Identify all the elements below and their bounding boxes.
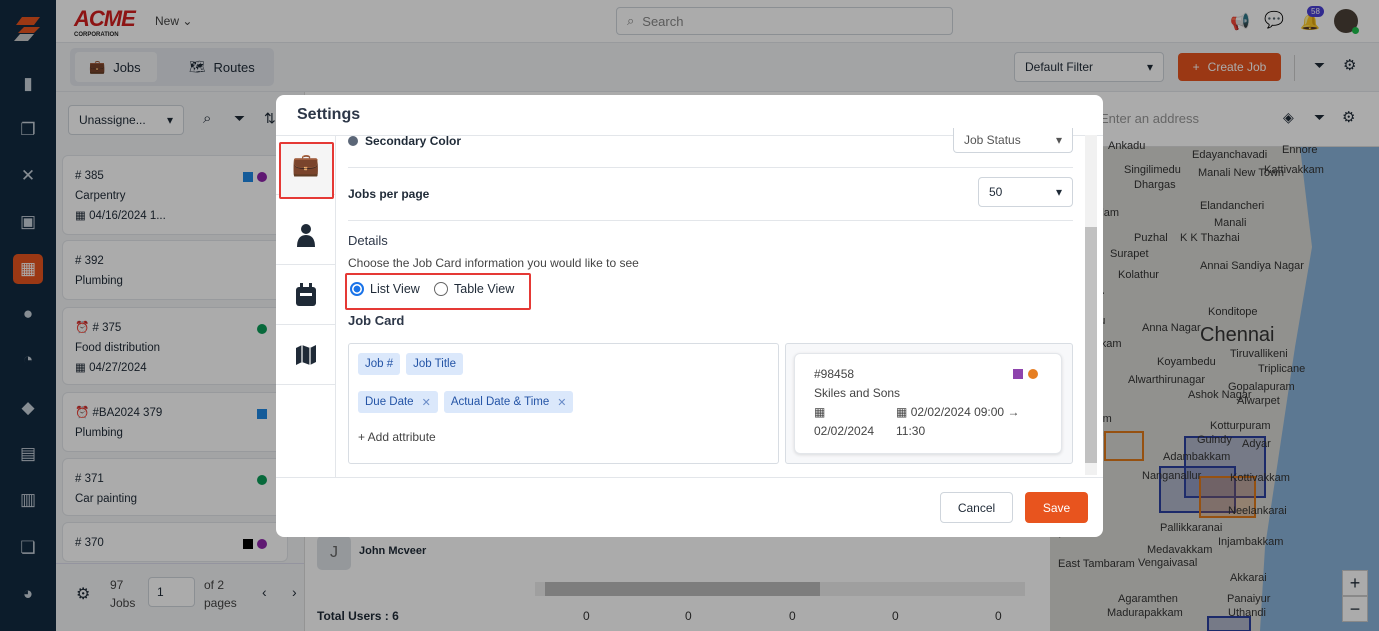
- remove-icon[interactable]: ✕: [422, 396, 431, 409]
- secondary-color-label: Secondary Color: [365, 134, 462, 148]
- radio-label: List View: [370, 282, 420, 296]
- vertical-scrollbar[interactable]: [1085, 135, 1097, 475]
- calendar-icon: ▦: [814, 405, 826, 419]
- attribute-editor[interactable]: Job # Job Title Due Date ✕ Actual Date & Ti…: [348, 343, 779, 464]
- person-icon: [297, 223, 315, 247]
- modal-title: Settings: [297, 106, 361, 123]
- secondary-color-select[interactable]: Job Status ▾: [953, 128, 1073, 153]
- jobs-per-page-value: 50: [989, 185, 1003, 199]
- attribute-chip: Job #: [358, 353, 401, 375]
- chip-label: Job #: [365, 358, 394, 370]
- preview-status-square: [1013, 369, 1023, 379]
- chip-label: Due Date: [365, 396, 414, 408]
- caret-down-icon: ▾: [1055, 133, 1062, 147]
- job-card-title: Job Card: [348, 313, 405, 328]
- add-attribute-button[interactable]: + Add attribute: [358, 430, 436, 444]
- job-card-preview-frame: #98458 Skiles and Sons ▦ 02/02/2024 ▦ 02…: [785, 343, 1073, 464]
- radio-label: Table View: [454, 282, 515, 296]
- rail-jobs[interactable]: 💼: [276, 135, 336, 199]
- secondary-color-dot: [348, 136, 358, 146]
- divider: [348, 220, 1073, 221]
- preview-actual-end: 11:30: [896, 424, 926, 438]
- save-button[interactable]: Save: [1025, 492, 1088, 523]
- details-description: Choose the Job Card information you woul…: [348, 256, 639, 270]
- settings-modal: Settings 💼 Secondary Color Job Status ▾ J…: [276, 95, 1103, 537]
- calendar-icon: [296, 282, 316, 306]
- divider: [276, 477, 1103, 478]
- radio-unselected[interactable]: [434, 282, 448, 296]
- divider: [348, 167, 1073, 168]
- secondary-color-value: Job Status: [964, 133, 1021, 147]
- chip-label: Actual Date & Time: [450, 396, 550, 408]
- table-view-radio[interactable]: Table View: [434, 282, 514, 296]
- job-card-preview: #98458 Skiles and Sons ▦ 02/02/2024 ▦ 02…: [794, 353, 1062, 454]
- preview-job-number: #98458: [814, 367, 855, 381]
- attribute-chip: Due Date ✕: [358, 391, 438, 413]
- jobs-per-page-select[interactable]: 50 ▾: [978, 177, 1073, 207]
- preview-actual-start: 02/02/2024 09:00 →: [910, 405, 1020, 419]
- caret-down-icon: ▾: [1055, 185, 1062, 199]
- rail-map[interactable]: [276, 325, 336, 385]
- jobs-per-page-label: Jobs per page: [348, 187, 430, 201]
- cancel-button[interactable]: Cancel: [940, 492, 1013, 523]
- attribute-chip: Actual Date & Time ✕: [443, 391, 574, 413]
- attribute-chip: Job Title: [406, 353, 463, 375]
- preview-due-date: 02/02/2024: [814, 424, 875, 438]
- remove-icon[interactable]: ✕: [557, 396, 566, 409]
- list-view-radio[interactable]: List View: [350, 282, 420, 296]
- rail-users[interactable]: [276, 205, 336, 265]
- preview-status-dot: [1028, 369, 1038, 379]
- settings-rail: 💼: [276, 135, 336, 477]
- radio-selected[interactable]: [350, 282, 364, 296]
- map-icon: [296, 344, 316, 365]
- details-title: Details: [348, 233, 388, 248]
- rail-calendar[interactable]: [276, 265, 336, 325]
- briefcase-icon: 💼: [292, 151, 320, 177]
- chip-label: Job Title: [413, 358, 456, 370]
- preview-customer: Skiles and Sons: [814, 386, 901, 400]
- calendar-icon: ▦: [896, 405, 908, 419]
